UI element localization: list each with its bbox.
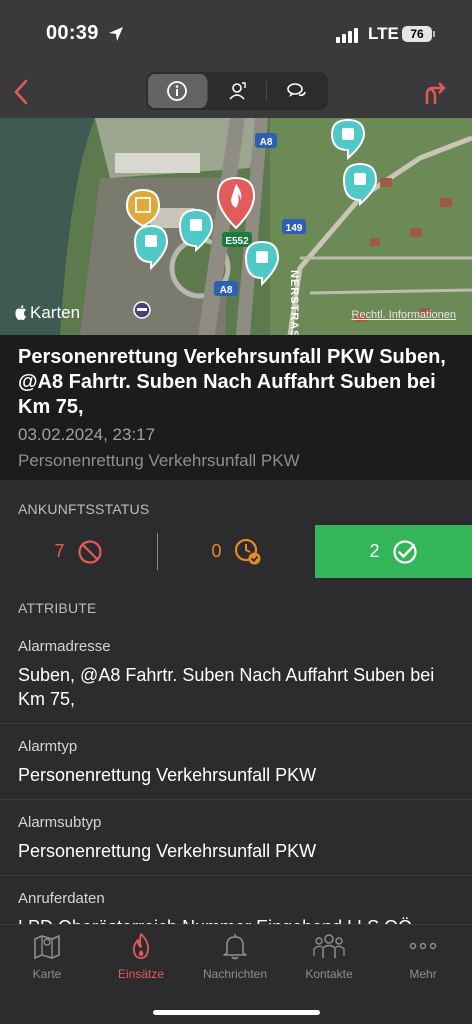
street-label: NERSTRASSE bbox=[288, 270, 300, 335]
tab-label: Nachrichten bbox=[202, 967, 268, 981]
arrival-status-header: ANKUNFTSSTATUS bbox=[0, 480, 472, 525]
map-icon bbox=[34, 934, 60, 960]
road-label: 149 bbox=[286, 223, 303, 234]
tab-label: Mehr bbox=[409, 967, 437, 981]
road-label: A8 bbox=[260, 137, 273, 148]
status-bar: 00:39 LTE 76 bbox=[0, 0, 472, 68]
map-credit: Karten bbox=[14, 303, 80, 323]
arrival-confirmed-button[interactable]: 2 bbox=[315, 525, 472, 578]
attribute-row-alarmsubtyp: Alarmsubtyp Personenrettung Verkehrsunfa… bbox=[0, 800, 472, 876]
nav-bar bbox=[0, 68, 472, 118]
confirmed-count: 2 bbox=[369, 541, 380, 561]
tab-messages[interactable] bbox=[267, 74, 326, 108]
tab-kontakte[interactable]: Kontakte bbox=[282, 931, 376, 989]
detail-segmented-control bbox=[146, 72, 328, 110]
attribute-label: Anruferdaten bbox=[18, 890, 105, 907]
contacts-icon bbox=[313, 934, 345, 958]
route-directions-button[interactable] bbox=[418, 74, 454, 110]
incident-summary: Personenrettung Verkehrsunfall PKW Suben… bbox=[0, 335, 472, 480]
map-legal-link[interactable]: Rechtl. Informationen bbox=[351, 309, 456, 321]
battery-level: 76 bbox=[402, 26, 432, 42]
attribute-value: Suben, @A8 Fahrtr. Suben Nach Auffahrt S… bbox=[18, 665, 435, 709]
road-label: A8 bbox=[220, 285, 233, 296]
chat-bubbles-icon bbox=[286, 83, 306, 97]
tab-label: Kontakte bbox=[305, 967, 353, 981]
incident-title: Personenrettung Verkehrsunfall PKW Suben… bbox=[18, 346, 446, 418]
attribute-value: Personenrettung Verkehrsunfall PKW bbox=[18, 765, 317, 785]
signal-icon bbox=[336, 28, 358, 43]
flame-icon bbox=[132, 933, 150, 959]
attribute-row-alarmtyp: Alarmtyp Personenrettung Verkehrsunfall … bbox=[0, 724, 472, 800]
tab-bar: Karte Einsätze Nachrichten Kontakte Mehr bbox=[0, 924, 472, 1024]
incident-map[interactable]: A8 E552 149 A8 NERSTRASSE Karten Rechtl.… bbox=[0, 118, 472, 335]
tab-karte[interactable]: Karte bbox=[0, 931, 94, 989]
attribute-row-anruferdaten: Anruferdaten LPD Oberösterreich Nummer E… bbox=[0, 876, 472, 924]
arrival-declined-button[interactable]: 7 bbox=[0, 525, 157, 578]
apple-logo-icon bbox=[15, 305, 26, 321]
declined-count: 7 bbox=[54, 541, 65, 561]
map-credit-label: Karten bbox=[30, 303, 81, 322]
attribute-label: Alarmadresse bbox=[18, 638, 111, 655]
location-arrow-icon bbox=[109, 27, 123, 41]
road-label: E552 bbox=[225, 236, 249, 247]
status-time: 00:39 bbox=[46, 22, 99, 44]
attribute-label: Alarmtyp bbox=[18, 738, 78, 755]
info-icon bbox=[167, 81, 188, 101]
tab-info[interactable] bbox=[148, 74, 207, 108]
check-circle-icon bbox=[392, 539, 417, 564]
attributes-list: Alarmadresse Suben, @A8 Fahrtr. Suben Na… bbox=[0, 624, 472, 924]
more-dots-icon bbox=[409, 942, 437, 950]
tab-label: Einsätze bbox=[117, 967, 165, 981]
network-type: LTE bbox=[368, 24, 399, 43]
attribute-row-alarmadresse: Alarmadresse Suben, @A8 Fahrtr. Suben Na… bbox=[0, 624, 472, 724]
home-indicator[interactable] bbox=[153, 1010, 320, 1015]
arrival-status-bar: 7 0 2 bbox=[0, 525, 472, 578]
person-pin-icon bbox=[229, 82, 246, 100]
attribute-value: LPD Oberösterreich Nummer Eingehend LLS … bbox=[18, 915, 454, 924]
back-button[interactable] bbox=[6, 74, 36, 110]
tab-mehr[interactable]: Mehr bbox=[376, 931, 470, 989]
route-directions-icon bbox=[425, 82, 446, 104]
tab-responders[interactable] bbox=[208, 74, 267, 108]
tab-label: Karte bbox=[32, 967, 62, 981]
bell-icon bbox=[223, 934, 247, 960]
clock-check-icon bbox=[234, 538, 260, 564]
attribute-value: Personenrettung Verkehrsunfall PKW bbox=[18, 841, 317, 861]
arrival-pending-button[interactable]: 0 bbox=[158, 525, 315, 578]
tab-einsaetze[interactable]: Einsätze bbox=[94, 931, 188, 989]
incident-subtitle: Personenrettung Verkehrsunfall PKW bbox=[18, 451, 300, 470]
battery-icon bbox=[433, 31, 435, 37]
attribute-label: Alarmsubtyp bbox=[18, 814, 102, 831]
incident-datetime: 03.02.2024, 23:17 bbox=[18, 425, 156, 444]
attributes-header: ATTRIBUTE bbox=[0, 578, 472, 624]
pending-count: 0 bbox=[211, 541, 222, 561]
tab-nachrichten[interactable]: Nachrichten bbox=[188, 931, 282, 989]
chevron-left-icon bbox=[14, 79, 28, 105]
prohibited-icon bbox=[77, 539, 102, 564]
